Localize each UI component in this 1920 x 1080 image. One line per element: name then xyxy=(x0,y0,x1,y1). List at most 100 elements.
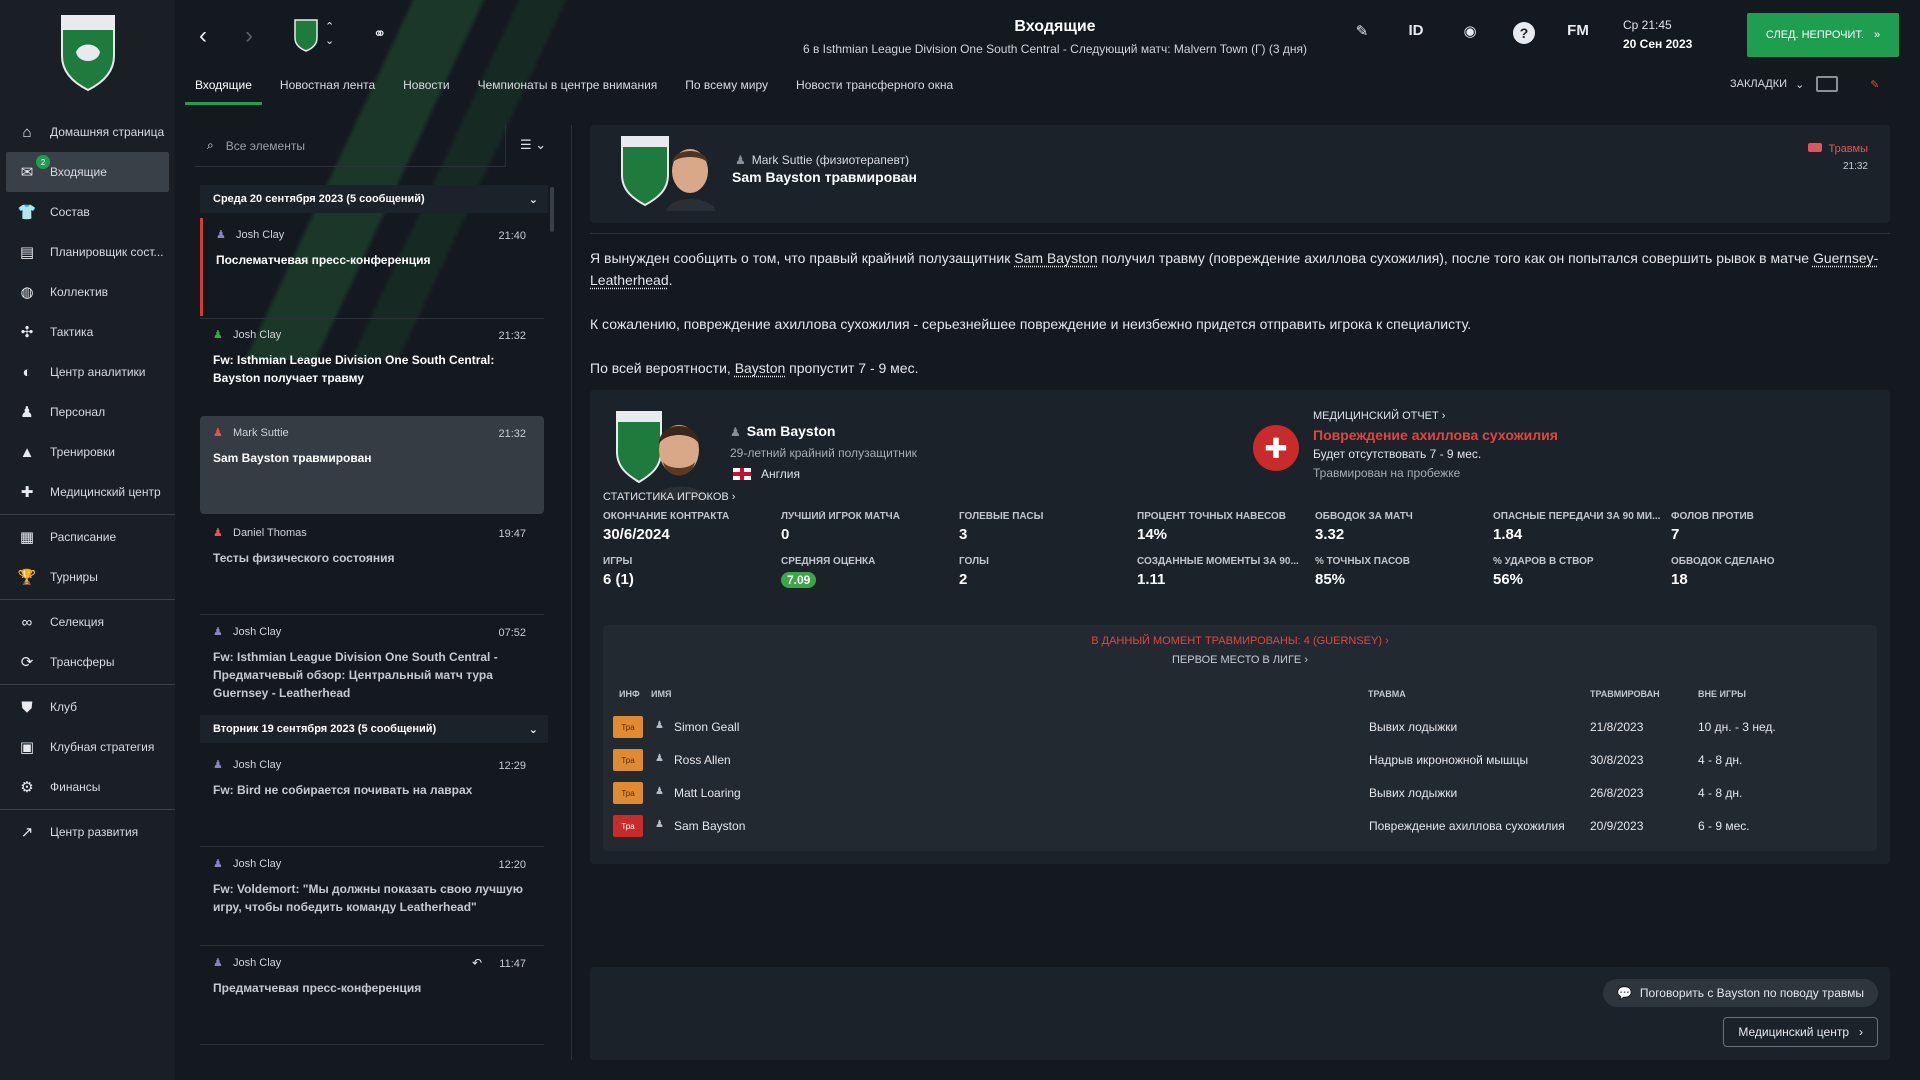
list-item[interactable]: ♟ Josh Clay 11:47 ↶ Предматчевая пресс-ко… xyxy=(200,946,544,1044)
sidebar-item-development[interactable]: ↗ Центр развития xyxy=(0,812,175,852)
list-item[interactable]: ♟ Josh Clay 12:20 Fw: Voldemort: "Мы долж… xyxy=(200,847,544,945)
sidebar-item-transfers[interactable]: ⟳ Трансферы xyxy=(0,642,175,682)
table-row[interactable]: Тра ♟ Matt Loaring Вывих лодыжки 26/8/20… xyxy=(603,776,1877,809)
table-row[interactable]: Тра ♟ Simon Geall Вывих лодыжки 21/8/202… xyxy=(603,710,1877,743)
player-name-text: Sam Bayston xyxy=(746,423,836,439)
back-arrow-icon[interactable]: ‹ xyxy=(199,22,207,50)
message-subject: Fw: Isthmian League Division One South C… xyxy=(213,353,495,385)
message-from: Josh Clay xyxy=(233,625,282,638)
sidebar-item-finances[interactable]: ⚙ Финансы xyxy=(0,767,175,807)
scrollbar[interactable] xyxy=(550,187,554,232)
injury-name[interactable]: Повреждение ахиллова сухожилия xyxy=(1313,427,1558,443)
club-crest-logo[interactable] xyxy=(58,12,118,92)
pencil-icon[interactable]: ✎ xyxy=(1335,22,1389,44)
sidebar-item-dynamics[interactable]: ◍ Коллектив xyxy=(0,272,175,312)
game-date[interactable]: Ср 21:45 20 Сен 2023 xyxy=(1623,16,1692,54)
sidebar-item-label: Турниры xyxy=(50,570,98,584)
sidebar-item-analytics[interactable]: ◐ Центр аналитики xyxy=(0,352,175,392)
tab-inbox[interactable]: Входящие xyxy=(185,78,262,105)
player-link[interactable]: Bayston xyxy=(735,360,786,376)
tab-world[interactable]: По всему миру xyxy=(675,78,778,105)
tactics-icon: ✣ xyxy=(20,324,34,341)
table-row[interactable]: Тра ♟ Ross Allen Надрыв икроножной мышцы… xyxy=(603,743,1877,776)
stat-label: СРЕДНЯЯ ОЦЕНКА xyxy=(781,556,876,567)
stat-label: ОКОНЧАНИЕ КОНТРАКТА xyxy=(603,511,730,522)
sidebar-item-training[interactable]: ▲ Тренировки xyxy=(0,432,175,472)
player-link[interactable]: Sam Bayston xyxy=(1014,250,1097,266)
binoculars-icon[interactable]: ⚭ xyxy=(373,24,386,44)
row-player-name[interactable]: Sam Bayston xyxy=(674,819,745,833)
row-player-name[interactable]: Simon Geall xyxy=(674,720,739,734)
sidebar-item-inbox[interactable]: ✉ 2 Входящие xyxy=(6,152,169,192)
current-injuries-link[interactable]: В ДАННЫЙ МОМЕНТ ТРАВМИРОВАНЫ: 4 (GUERNSE… xyxy=(603,635,1877,647)
player-nationality[interactable]: Англия xyxy=(733,467,800,481)
message-sender[interactable]: ♟ Mark Suttie (физиотерапевт) xyxy=(735,153,909,167)
sidebar-item-club[interactable]: ⛊ Клуб xyxy=(0,687,175,727)
chevron-right-icon: › xyxy=(1859,1025,1863,1039)
date-group-header[interactable]: Вторник 19 сентября 2023 (5 сообщений) ⌄ xyxy=(200,715,548,743)
league-rank-link[interactable]: ПЕРВОЕ МЕСТО В ЛИГЕ › xyxy=(603,654,1877,666)
search-input[interactable]: ⌕ Все элементы xyxy=(195,125,505,167)
help-icon[interactable]: ? xyxy=(1497,22,1551,44)
forward-arrow-icon[interactable]: › xyxy=(245,22,253,50)
column-header-info[interactable]: ИНФ xyxy=(619,689,640,699)
sidebar-item-competitions[interactable]: 🏆 Турниры xyxy=(0,557,175,597)
replied-arrow-icon: ↶ xyxy=(471,956,482,970)
row-player-name[interactable]: Ross Allen xyxy=(674,753,731,767)
sidebar-item-club-strategy[interactable]: ▣ Клубная стратегия xyxy=(0,727,175,767)
text: По всей вероятности, xyxy=(590,360,735,376)
page-subtitle[interactable]: 6 в Isthmian League Division One South C… xyxy=(605,42,1505,56)
sidebar-item-tactics[interactable]: ✣ Тактика xyxy=(0,312,175,352)
player-name[interactable]: ♟ Sam Bayston xyxy=(730,423,835,439)
list-item[interactable]: ♟ Mark Suttie 21:32 Sam Bayston травмиров… xyxy=(200,416,544,514)
table-row[interactable]: Тра ♟ Sam Bayston Повреждение ахиллова с… xyxy=(603,809,1877,842)
column-header-name[interactable]: ИМЯ xyxy=(651,689,671,699)
sidebar-item-squad[interactable]: 👕 Состав xyxy=(0,192,175,232)
monitor-icon[interactable] xyxy=(1816,76,1839,92)
column-header-injured-date[interactable]: ТРАВМИРОВАН xyxy=(1590,689,1660,699)
message-time: 12:20 xyxy=(498,859,526,871)
nation-label: Англия xyxy=(761,467,800,481)
column-header-out[interactable]: ВНЕ ИГРЫ xyxy=(1698,689,1746,699)
tab-league-focus[interactable]: Чемпионаты в центре внимания xyxy=(468,78,668,105)
sidebar-item-staff[interactable]: ♟ Персонал xyxy=(0,392,175,432)
sidebar-item-home[interactable]: ⌂ Домашняя страница xyxy=(0,112,175,152)
globe-icon[interactable]: ◉ xyxy=(1443,22,1497,44)
player-photo[interactable] xyxy=(615,410,715,500)
club-switch-crest-icon[interactable] xyxy=(293,18,319,52)
tab-news[interactable]: Новости xyxy=(393,78,459,105)
list-item[interactable]: ♟ Josh Clay 21:40 Послематчевая пресс-кон… xyxy=(200,218,544,316)
row-injury: Вывих лодыжки xyxy=(1369,786,1458,800)
sidebar-item-scouting[interactable]: ∞ Селекция xyxy=(0,602,175,642)
list-item[interactable]: ♟ Josh Clay 21:32 Fw: Isthmian League Div… xyxy=(200,318,544,416)
sidebar-divider xyxy=(0,809,175,810)
date-group-header[interactable]: Среда 20 сентября 2023 (5 сообщений) ⌄ xyxy=(200,185,548,213)
message-subject: Fw: Voldemort: "Мы должны показать свою … xyxy=(213,882,523,914)
message-subject: Fw: Isthmian League Division One South C… xyxy=(213,650,498,700)
bookmarks[interactable]: ЗАКЛАДКИ ⌄ ✎ xyxy=(1730,76,1880,92)
sidebar-item-squad-planner[interactable]: ▤ Планировщик сост... xyxy=(0,232,175,272)
club-switch-updown-icon[interactable]: ⌃ ⌄ xyxy=(325,20,334,48)
id-icon[interactable]: ID xyxy=(1389,22,1443,44)
talk-about-injury-button[interactable]: 💬 Поговорить с Bayston по поводу травмы xyxy=(1602,979,1878,1007)
tab-news-feed[interactable]: Новостная лента xyxy=(270,78,385,105)
list-item[interactable]: ♟ Josh Clay 07:52 Fw: Isthmian League Div… xyxy=(200,615,544,721)
sidebar-item-medical[interactable]: ✚ Медицинский центр xyxy=(0,472,175,512)
fm-menu-icon[interactable]: FM xyxy=(1551,22,1605,44)
player-stats-link[interactable]: СТАТИСТИКА ИГРОКОВ › xyxy=(603,491,735,503)
column-header-injury[interactable]: ТРАВМА xyxy=(1368,689,1406,699)
sender-avatar[interactable] xyxy=(620,135,720,211)
medical-report-link[interactable]: МЕДИЦИНСКИЙ ОТЧЕТ › xyxy=(1313,410,1445,422)
tab-transfer-window[interactable]: Новости трансферного окна xyxy=(786,78,963,105)
list-view-options-icon[interactable]: ☰ ⌄ xyxy=(520,137,546,153)
list-item[interactable]: ♟ Josh Clay 12:29 Fw: Bird не собирается … xyxy=(200,748,544,846)
list-item[interactable]: ♟ Daniel Thomas 19:47 Тесты физического с… xyxy=(200,516,544,614)
next-unread-button[interactable]: СЛЕД. НЕПРОЧИТ. » xyxy=(1747,13,1899,57)
row-player-name[interactable]: Matt Loaring xyxy=(674,786,741,800)
medical-centre-button[interactable]: Медицинский центр › xyxy=(1723,1017,1878,1047)
sidebar-item-schedule[interactable]: ▦ Расписание xyxy=(0,517,175,557)
person-icon: ♟ xyxy=(213,527,223,539)
stat-value: 1.84 xyxy=(1493,526,1523,543)
injury-status-tag: Тра xyxy=(613,815,643,837)
edit-red-icon[interactable]: ✎ xyxy=(1870,78,1879,91)
